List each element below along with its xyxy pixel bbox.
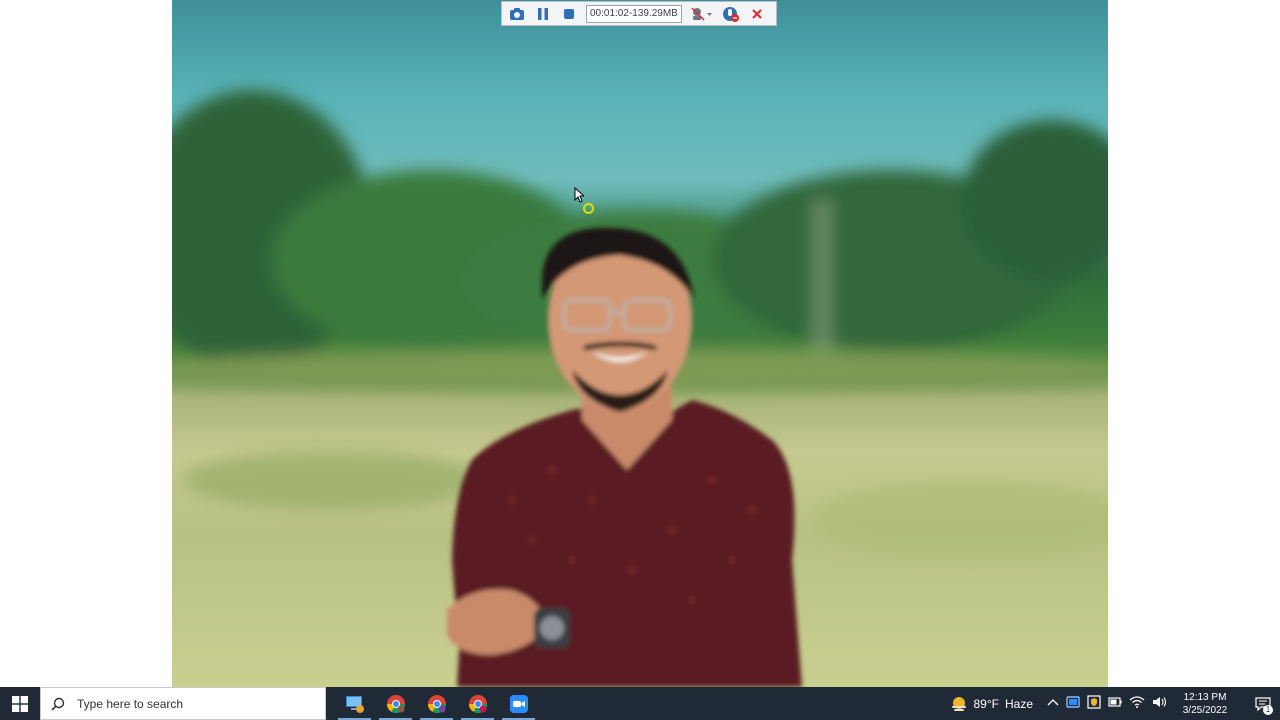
clock-date: 3/25/2022 — [1182, 704, 1228, 716]
portrait-photo — [172, 90, 1108, 687]
defender-icon[interactable] — [1087, 695, 1101, 712]
camera-icon[interactable] — [508, 5, 526, 23]
chevron-up-icon[interactable] — [1047, 697, 1059, 710]
battery-icon[interactable] — [1108, 697, 1122, 710]
search-input[interactable] — [75, 695, 299, 712]
weather-widget[interactable]: 89°F Haze — [950, 695, 1033, 713]
chrome-profile-icon — [427, 694, 446, 713]
pause-icon[interactable] — [534, 5, 552, 23]
pinned-apps — [334, 687, 539, 720]
taskbar-search-box[interactable] — [40, 687, 326, 720]
zoom-icon — [509, 694, 528, 713]
system-tray: 89°F Haze 12:13 PM 3/25/2022 1 — [950, 687, 1280, 720]
start-button[interactable] — [0, 687, 40, 720]
action-center-button[interactable]: 1 — [1246, 687, 1280, 720]
windows-logo-icon — [12, 695, 28, 712]
stop-icon[interactable] — [560, 5, 578, 23]
taskbar: 89°F Haze — [0, 687, 1280, 720]
this-pc-icon — [345, 695, 364, 713]
weather-temp: 89°F — [973, 696, 999, 711]
taskbar-clock[interactable]: 12:13 PM 3/25/2022 — [1178, 691, 1232, 717]
tray-icons — [1047, 695, 1168, 712]
screen-recorder-toolbar: 00:01:02-139.29MB — [501, 1, 777, 26]
microphone-icon[interactable] — [722, 5, 740, 23]
chrome-profile-2-icon — [468, 694, 487, 713]
desktop-screen: 00:01:02-139.29MB Type here to search 89… — [0, 0, 1280, 720]
taskbar-app-zoom[interactable] — [498, 687, 539, 720]
wifi-icon[interactable] — [1129, 696, 1145, 711]
volume-icon[interactable] — [1152, 696, 1168, 711]
close-icon[interactable] — [748, 5, 766, 23]
meet-now-icon[interactable] — [1066, 695, 1080, 712]
clock-time: 12:13 PM — [1183, 691, 1227, 703]
photo-viewer — [172, 0, 1108, 687]
weather-haze-icon — [951, 696, 966, 711]
taskbar-app-this-pc[interactable] — [334, 687, 375, 720]
chrome-icon — [386, 694, 405, 713]
taskbar-app-chrome-profile-2[interactable] — [457, 687, 498, 720]
recording-timer: 00:01:02-139.29MB — [586, 4, 682, 23]
weather-condition: Haze — [1004, 696, 1033, 711]
mouse-cursor-icon — [574, 186, 586, 208]
search-icon — [51, 697, 65, 711]
webcam-icon[interactable] — [690, 5, 714, 23]
notification-count: 1 — [1263, 705, 1273, 715]
taskbar-app-chrome[interactable] — [375, 687, 416, 720]
click-highlight — [583, 203, 594, 214]
taskbar-app-chrome-profile[interactable] — [416, 687, 457, 720]
